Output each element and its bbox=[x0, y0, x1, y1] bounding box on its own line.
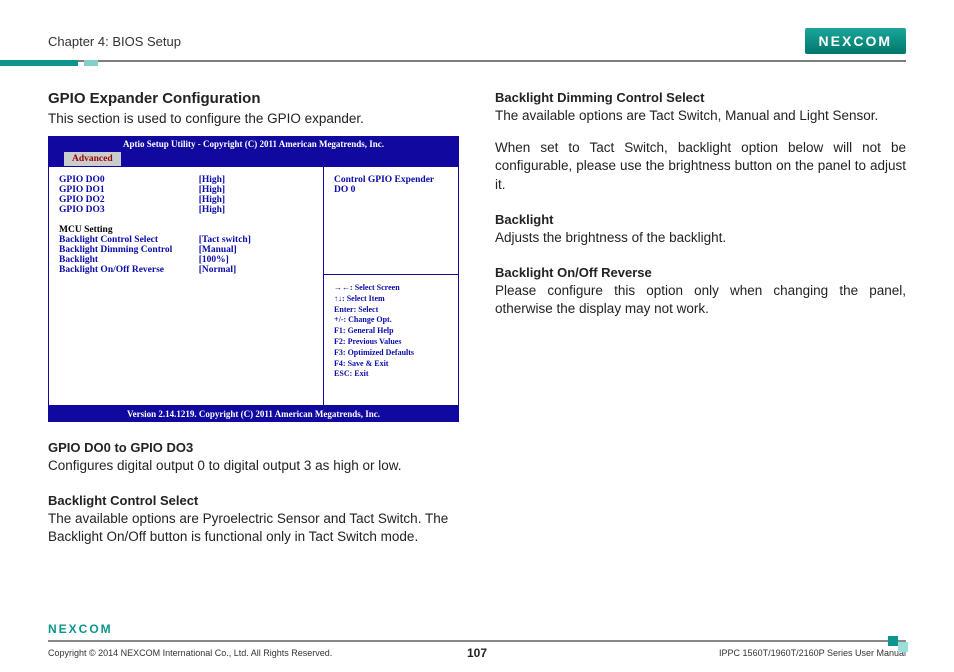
subsection-head: Backlight On/Off Reverse bbox=[495, 265, 906, 280]
bios-value: [Manual] bbox=[199, 245, 313, 255]
lede-text: This section is used to configure the GP… bbox=[48, 111, 459, 126]
bios-item: Backlight Dimming Control bbox=[59, 245, 199, 255]
footer-doc-title: IPPC 1560T/1960T/2160P Series User Manua… bbox=[499, 648, 906, 658]
bios-value: [Tact switch] bbox=[199, 235, 313, 245]
subsection-text: When set to Tact Switch, backlight optio… bbox=[495, 139, 906, 194]
brand-logo: NEXCOM bbox=[805, 28, 906, 54]
page-title: GPIO Expander Configuration bbox=[48, 90, 459, 107]
top-rule bbox=[48, 60, 906, 62]
bios-item: GPIO DO0 bbox=[59, 175, 199, 185]
bios-help-text: Control GPIO Expender DO 0 bbox=[324, 167, 458, 274]
bios-heading-mcu: MCU Setting bbox=[59, 225, 199, 235]
bios-screenshot: Aptio Setup Utility - Copyright (C) 2011… bbox=[48, 136, 459, 422]
bios-tab-advanced: Advanced bbox=[64, 152, 121, 166]
page-number: 107 bbox=[467, 646, 487, 660]
bios-header: Aptio Setup Utility - Copyright (C) 2011… bbox=[48, 136, 459, 152]
bios-value: [High] bbox=[199, 205, 313, 215]
subsection-head: Backlight Control Select bbox=[48, 493, 459, 508]
subsection-head: Backlight bbox=[495, 212, 906, 227]
subsection-head: GPIO DO0 to GPIO DO3 bbox=[48, 440, 459, 455]
bios-value: [High] bbox=[199, 175, 313, 185]
chapter-label: Chapter 4: BIOS Setup bbox=[48, 34, 181, 49]
bios-item: GPIO DO3 bbox=[59, 205, 199, 215]
subsection-text: The available options are Tact Switch, M… bbox=[495, 107, 906, 125]
bios-item: GPIO DO2 bbox=[59, 195, 199, 205]
bios-item: Backlight Control Select bbox=[59, 235, 199, 245]
subsection-text: Adjusts the brightness of the backlight. bbox=[495, 229, 906, 247]
subsection-text: Please configure this option only when c… bbox=[495, 282, 906, 318]
subsection-text: Configures digital output 0 to digital o… bbox=[48, 457, 459, 475]
bios-item: Backlight bbox=[59, 255, 199, 265]
subsection-head: Backlight Dimming Control Select bbox=[495, 90, 906, 105]
footer-copyright: Copyright © 2014 NEXCOM International Co… bbox=[48, 648, 455, 658]
bios-footer: Version 2.14.1219. Copyright (C) 2011 Am… bbox=[48, 406, 459, 422]
footer-brand-logo: NEXCOM bbox=[48, 620, 113, 638]
bios-value: [Normal] bbox=[199, 265, 313, 275]
bios-item: Backlight On/Off Reverse bbox=[59, 265, 199, 275]
bios-key-hints: →←: Select Screen ↑↓: Select Item Enter:… bbox=[324, 274, 458, 405]
bios-value: [High] bbox=[199, 185, 313, 195]
bios-value: [High] bbox=[199, 195, 313, 205]
bios-value: [100%] bbox=[199, 255, 313, 265]
bottom-rule bbox=[48, 640, 906, 642]
subsection-text: The available options are Pyroelectric S… bbox=[48, 510, 459, 546]
bios-item: GPIO DO1 bbox=[59, 185, 199, 195]
